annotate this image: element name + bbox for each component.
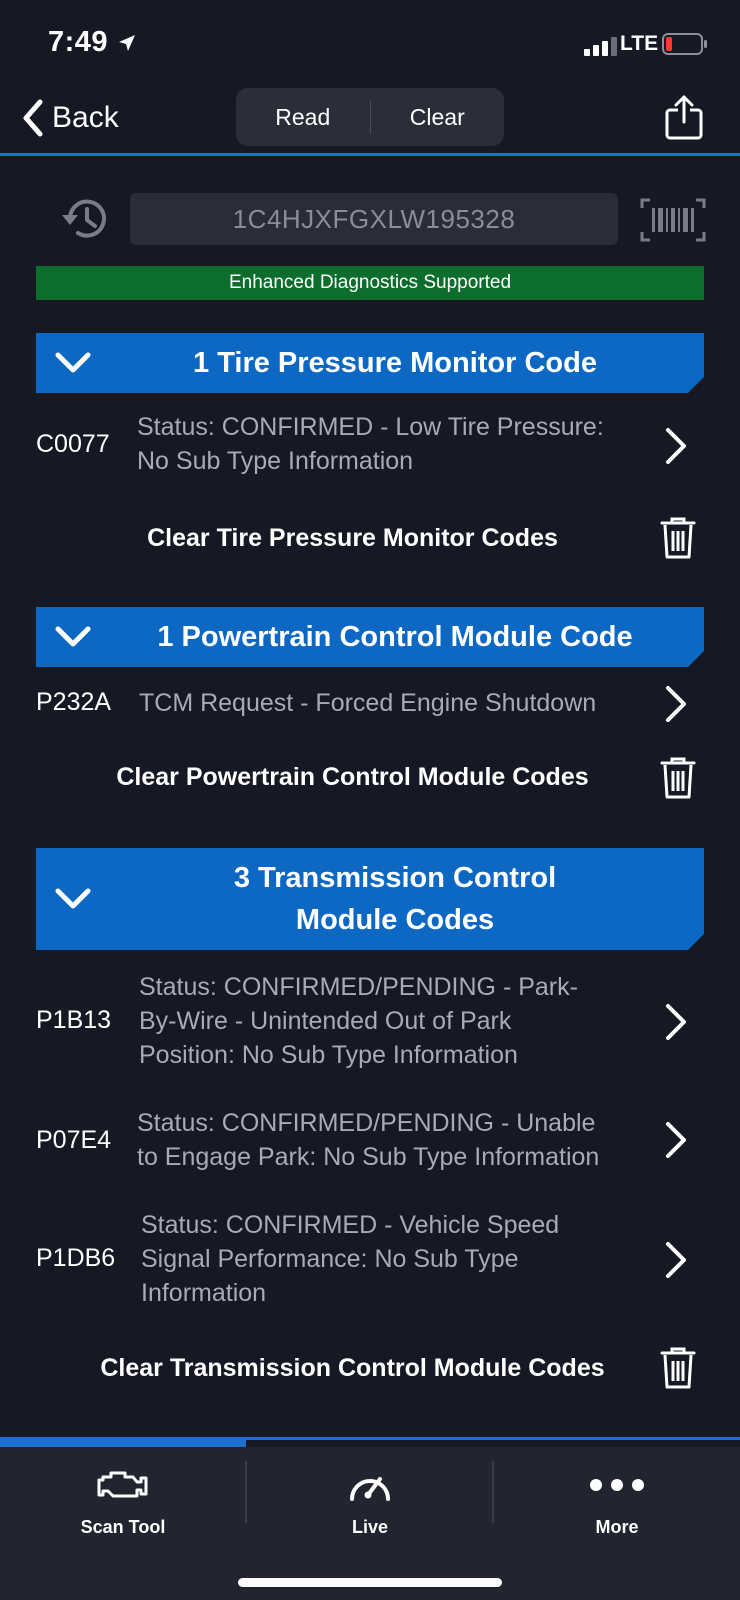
code-row-p1db6[interactable]: P1DB6 Status: CONFIRMED - Vehicle Speed … [0,1208,740,1312]
code-row-p232a[interactable]: P232A TCM Request - Forced Engine Shutdo… [0,682,740,726]
clear-transmission-codes-button[interactable]: Clear Transmission Control Module Codes [0,1344,740,1394]
section-header-powertrain[interactable]: 1 Powertrain Control Module Code [36,607,704,667]
battery-icon [662,33,707,55]
section-title: 3 Transmission Control Module Codes [233,862,557,936]
clear-label: Clear Powertrain Control Module Codes [116,763,589,791]
dtc-code: P232A [36,688,112,716]
clear-label: Clear Tire Pressure Monitor Codes [147,524,558,552]
clear-powertrain-codes-button[interactable]: Clear Powertrain Control Module Codes [0,754,740,804]
dtc-description: Status: CONFIRMED - Low Tire Pressure: N… [137,413,604,475]
vin-field[interactable]: 1C4HJXFGXLW195328 [130,193,618,245]
clear-label: Clear Transmission Control Module Codes [100,1354,605,1382]
dtc-description: Status: CONFIRMED/PENDING - Unable to En… [137,1109,600,1171]
more-dots-icon [590,1479,644,1491]
back-button[interactable]: Back [22,96,119,140]
nav-divider [0,153,740,156]
home-indicator[interactable] [238,1578,502,1587]
section-title: 1 Tire Pressure Monitor Code [193,347,597,379]
chevron-right-icon [666,1242,686,1278]
chevron-down-icon [54,625,92,649]
tab-scan-tool[interactable]: Scan Tool [0,1447,246,1557]
dtc-code: P07E4 [36,1126,112,1154]
dtc-code: P1B13 [36,1006,112,1034]
back-label: Back [52,101,119,134]
chevron-right-icon [666,686,686,722]
tab-more[interactable]: More [494,1447,740,1557]
chevron-down-icon [54,351,92,375]
network-label: LTE [620,32,659,55]
nav-bar: Back Read Clear [0,88,740,156]
history-icon[interactable] [58,195,112,243]
chevron-right-icon [666,1122,686,1158]
chevron-left-icon [23,99,43,137]
code-row-p07e4[interactable]: P07E4 Status: CONFIRMED/PENDING - Unable… [0,1106,740,1176]
trash-icon[interactable] [660,1346,696,1390]
trash-icon[interactable] [660,756,696,800]
gauge-icon [350,1477,390,1501]
clear-segment[interactable]: Clear [371,88,505,146]
share-icon[interactable] [664,94,704,140]
clear-tire-pressure-codes-button[interactable]: Clear Tire Pressure Monitor Codes [0,514,740,564]
location-arrow-icon [119,35,135,51]
read-clear-segmented-control: Read Clear [236,88,504,146]
chevron-right-icon [666,428,686,464]
dtc-code: C0077 [36,430,110,458]
code-row-c0077[interactable]: C0077 Status: CONFIRMED - Low Tire Press… [0,410,740,480]
engine-icon [97,1471,148,1498]
status-bar: 7:49 LTE [0,0,740,88]
barcode-scan-icon[interactable] [640,198,706,242]
signal-icon [584,37,617,56]
dtc-code: P1DB6 [36,1244,116,1272]
enhanced-diagnostics-banner: Enhanced Diagnostics Supported [36,266,704,300]
trash-icon[interactable] [660,516,696,560]
dtc-description: Status: CONFIRMED/PENDING - Park- By-Wir… [139,973,578,1069]
section-header-tire-pressure[interactable]: 1 Tire Pressure Monitor Code [36,333,704,393]
section-header-transmission[interactable]: 3 Transmission Control Module Codes [36,848,704,950]
tab-label: Scan Tool [80,1517,166,1537]
section-title: 1 Powertrain Control Module Code [157,621,633,653]
tab-label: More [595,1517,639,1537]
tab-live[interactable]: Live [247,1447,493,1557]
status-time: 7:49 [48,26,109,58]
dtc-description: TCM Request - Forced Engine Shutdown [139,689,597,717]
code-row-p1b13[interactable]: P1B13 Status: CONFIRMED/PENDING - Park- … [0,970,740,1074]
read-segment[interactable]: Read [236,88,370,146]
active-tab-indicator [0,1437,246,1447]
chevron-down-icon [54,887,92,911]
tab-label: Live [351,1517,389,1537]
chevron-right-icon [666,1004,686,1040]
dtc-description: Status: CONFIRMED - Vehicle Speed Signal… [141,1211,560,1307]
